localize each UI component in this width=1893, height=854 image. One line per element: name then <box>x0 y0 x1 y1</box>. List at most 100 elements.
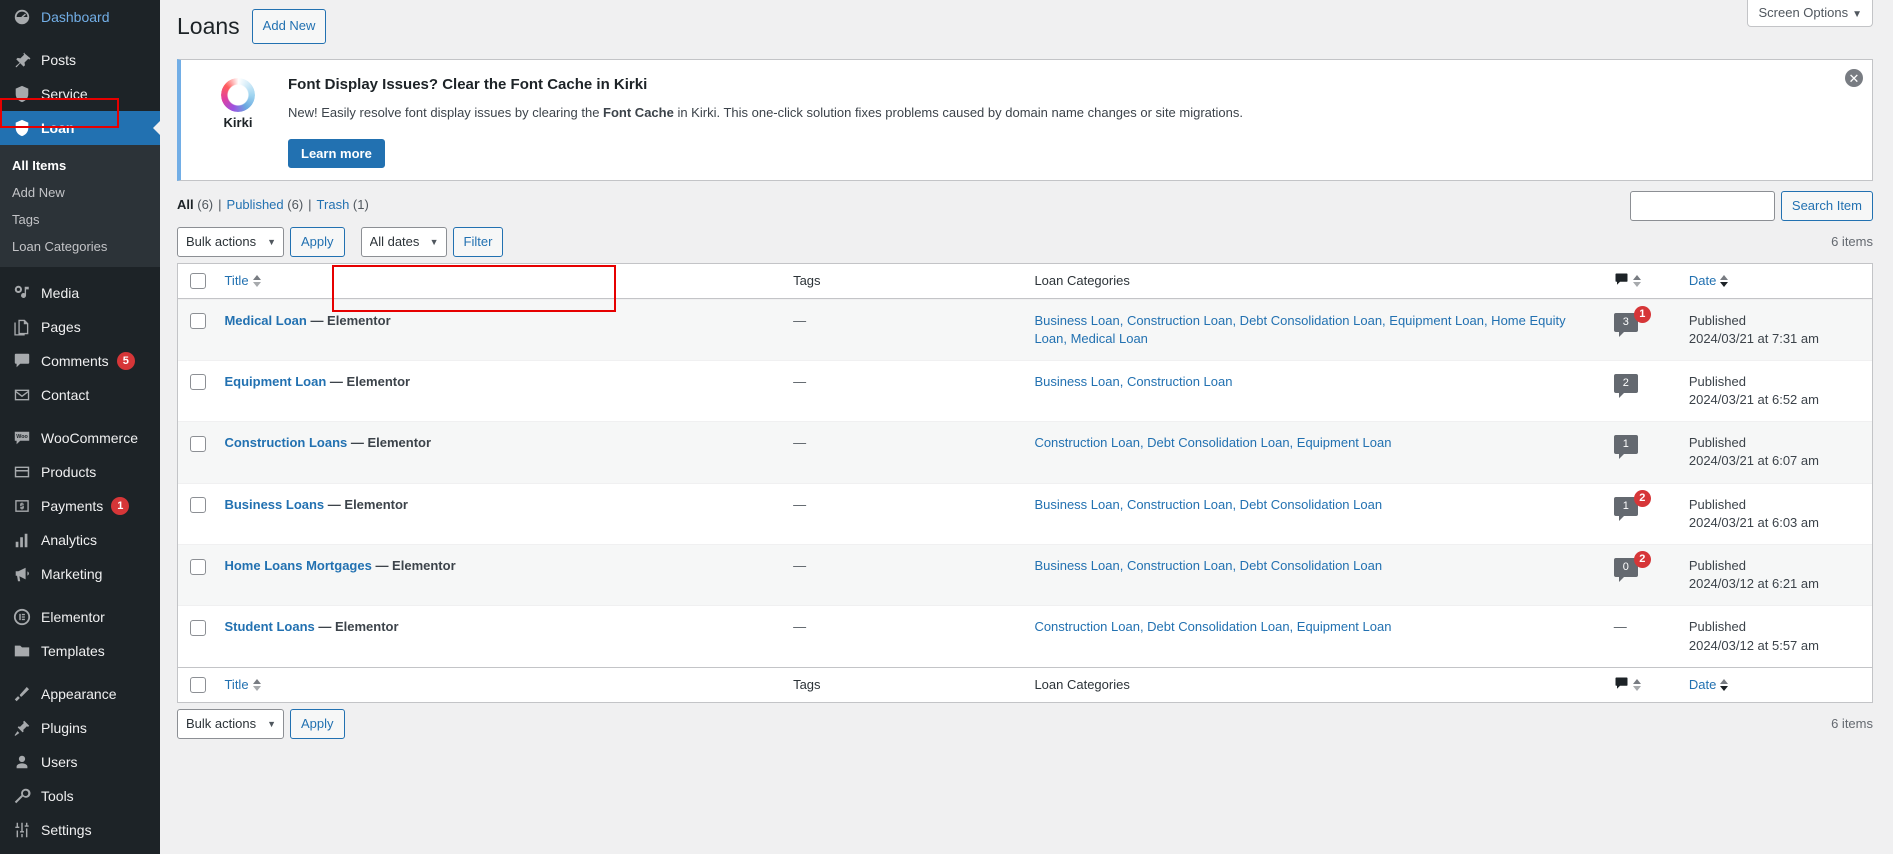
sidebar-item-payments[interactable]: Payments 1 <box>0 489 160 523</box>
row-select-cell <box>178 605 215 666</box>
sort-date-link-top[interactable]: Date <box>1689 273 1729 288</box>
apply-bulk-button-bottom[interactable]: Apply <box>290 708 345 739</box>
pending-comments-badge[interactable]: 2 <box>1633 489 1651 507</box>
select-all-checkbox-bottom[interactable] <box>190 677 206 694</box>
sidebar-item-pages[interactable]: Pages <box>0 310 160 344</box>
sidebar-item-service[interactable]: Service <box>0 77 160 111</box>
row-tags-cell: — <box>783 298 1025 360</box>
row-categories-links[interactable]: Construction Loan, Debt Consolidation Lo… <box>1034 435 1391 450</box>
apply-bulk-button-top[interactable]: Apply <box>290 226 345 257</box>
sidebar-item-settings[interactable]: Settings <box>0 813 160 847</box>
row-title-link[interactable]: Business Loans <box>224 497 324 512</box>
row-title-link[interactable]: Home Loans Mortgages <box>224 558 371 573</box>
sidebar-item-woocommerce[interactable]: Woo WooCommerce <box>0 421 160 455</box>
row-categories-links[interactable]: Business Loan, Construction Loan, Debt C… <box>1034 313 1565 346</box>
column-header-title[interactable]: Title <box>214 264 784 299</box>
column-header-date[interactable]: Date <box>1678 264 1872 299</box>
sidebar-item-elementor[interactable]: Elementor <box>0 600 160 634</box>
row-checkbox[interactable] <box>190 313 206 330</box>
row-categories-links[interactable]: Business Loan, Construction Loan, Debt C… <box>1034 558 1382 573</box>
row-checkbox[interactable] <box>190 497 206 514</box>
row-tags-value: — <box>793 312 807 328</box>
comment-count-bubble[interactable]: 1 <box>1613 435 1638 460</box>
sidebar-item-loan[interactable]: Loan <box>0 111 160 145</box>
row-status: Published <box>1688 435 1746 451</box>
sort-title-link-top[interactable]: Title <box>224 273 261 288</box>
view-filter-published[interactable]: Published (6) <box>227 197 304 212</box>
sidebar-item-marketing[interactable]: Marketing <box>0 557 160 591</box>
menu-separator <box>0 412 160 421</box>
comment-count-bubble[interactable]: 2 <box>1613 373 1638 398</box>
view-filter-published-label[interactable]: Published <box>227 197 284 212</box>
row-categories-links[interactable]: Business Loan, Construction Loan <box>1034 374 1232 389</box>
table-row: Equipment Loan — Elementor — Business Loan… <box>178 359 1872 421</box>
sort-comments-link-top[interactable] <box>1614 272 1641 290</box>
row-title-link[interactable]: Medical Loan <box>224 313 306 328</box>
row-categories-links[interactable]: Business Loan, Construction Loan, Debt C… <box>1034 497 1382 512</box>
row-checkbox[interactable] <box>190 374 206 391</box>
select-all-checkbox-top[interactable] <box>190 272 206 289</box>
submenu-item-tags[interactable]: Tags <box>0 206 160 233</box>
search-input[interactable] <box>1629 190 1775 221</box>
table-body: Medical Loan — Elementor — Business Loan, … <box>178 298 1872 667</box>
view-filters: All (6) | Published (6) | Trash (1) <box>177 197 369 212</box>
sort-comments-link-bottom[interactable] <box>1614 676 1641 694</box>
column-footer-comments[interactable] <box>1603 666 1679 702</box>
learn-more-button[interactable]: Learn more <box>288 138 385 168</box>
sidebar-item-plugins[interactable]: Plugins <box>0 711 160 745</box>
table-footer-row: Title Tags Loan Categories Date <box>178 666 1872 702</box>
dashboard-icon <box>12 7 32 27</box>
view-filter-all[interactable]: All (6) <box>177 197 213 212</box>
row-categories-cell: Construction Loan, Debt Consolidation Lo… <box>1024 421 1604 483</box>
submenu-item-all-items[interactable]: All Items <box>0 152 160 179</box>
sidebar-item-templates[interactable]: Templates <box>0 634 160 668</box>
bulk-actions-select[interactable]: Bulk actions <box>177 226 284 257</box>
submenu-item-loan-categories[interactable]: Loan Categories <box>0 233 160 260</box>
column-footer-title[interactable]: Title <box>214 666 784 702</box>
view-filter-trash[interactable]: Trash (1) <box>317 197 369 212</box>
row-title-link[interactable]: Equipment Loan <box>224 374 326 389</box>
sidebar-item-users[interactable]: Users <box>0 745 160 779</box>
sort-date-link-bottom[interactable]: Date <box>1689 677 1729 692</box>
view-filter-all-label[interactable]: All <box>177 197 194 212</box>
row-categories-links[interactable]: Construction Loan, Debt Consolidation Lo… <box>1034 619 1391 634</box>
products-icon <box>12 462 32 482</box>
filter-button[interactable]: Filter <box>452 226 504 257</box>
row-title-link[interactable]: Student Loans <box>224 619 314 634</box>
row-title-link[interactable]: Construction Loans <box>224 435 347 450</box>
sort-arrows-icon <box>1632 678 1641 691</box>
sidebar-item-analytics[interactable]: Analytics <box>0 523 160 557</box>
sidebar-item-contact[interactable]: Contact <box>0 378 160 412</box>
row-checkbox[interactable] <box>190 558 206 575</box>
close-icon[interactable]: ✕ <box>1845 69 1863 87</box>
screen-options-toggle[interactable]: Screen Options ▼ <box>1747 0 1873 27</box>
bulk-actions-select-bottom[interactable]: Bulk actions <box>177 708 284 739</box>
date-filter-select[interactable]: All dates <box>360 226 447 257</box>
sidebar-item-tools[interactable]: Tools <box>0 779 160 813</box>
view-filter-trash-label[interactable]: Trash <box>317 197 350 212</box>
row-title-cell: Equipment Loan — Elementor <box>214 359 784 421</box>
comment-bubble-wrap: 2 <box>1613 373 1638 398</box>
add-new-button[interactable]: Add New <box>251 9 327 44</box>
row-checkbox[interactable] <box>190 619 206 636</box>
row-checkbox[interactable] <box>190 435 206 452</box>
pin-icon <box>12 50 32 70</box>
pending-comments-badge[interactable]: 1 <box>1633 305 1651 323</box>
pending-comments-badge[interactable]: 2 <box>1633 551 1651 568</box>
sort-title-link-bottom[interactable]: Title <box>224 677 261 692</box>
search-submit-button[interactable]: Search Item <box>1780 190 1873 221</box>
row-date-cell: Published 2024/03/21 at 6:52 am <box>1678 359 1872 421</box>
sidebar-item-dashboard[interactable]: Dashboard <box>0 0 160 34</box>
sidebar-item-products[interactable]: Products <box>0 455 160 489</box>
sidebar-item-appearance[interactable]: Appearance <box>0 677 160 711</box>
sidebar-item-media[interactable]: Media <box>0 276 160 310</box>
sidebar-item-posts[interactable]: Posts <box>0 43 160 77</box>
column-footer-date[interactable]: Date <box>1678 666 1872 702</box>
sidebar-item-label: Analytics <box>41 532 98 548</box>
column-header-comments[interactable] <box>1603 264 1679 299</box>
submenu-item-add-new[interactable]: Add New <box>0 179 160 206</box>
tablenav-top: Bulk actions ▼ Apply All dates ▼ Filter … <box>177 221 1873 263</box>
sort-arrows-icon <box>1720 678 1729 691</box>
sidebar-item-comments[interactable]: Comments 5 <box>0 344 160 378</box>
table-head: Title Tags Loan Categories Date <box>178 264 1872 299</box>
